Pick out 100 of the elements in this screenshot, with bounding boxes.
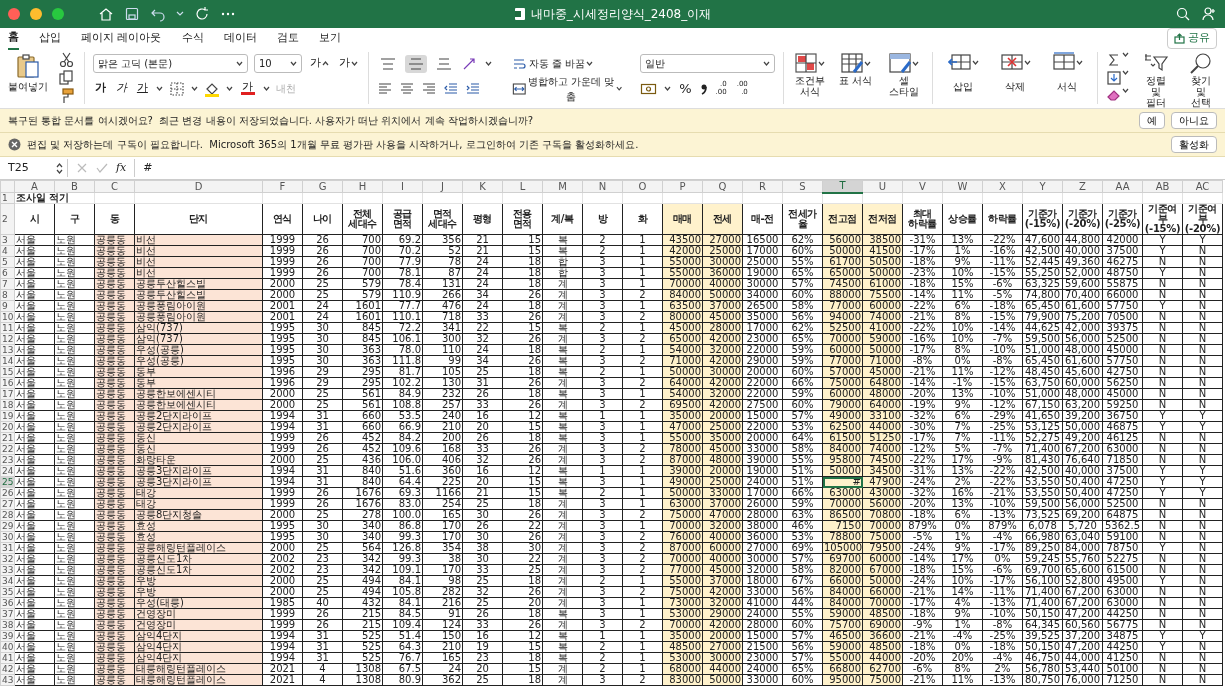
row-number[interactable]: 38 <box>0 619 15 631</box>
row-number[interactable]: 4 <box>0 245 15 257</box>
row-number[interactable]: 6 <box>0 267 15 279</box>
caret-icon[interactable] <box>176 11 184 17</box>
insert-function-button[interactable]: fx <box>116 159 127 177</box>
row-number[interactable]: 32 <box>0 553 15 565</box>
row-number[interactable]: 12 <box>0 333 15 345</box>
check-icon[interactable] <box>96 162 108 174</box>
align-center-icon[interactable] <box>398 80 415 97</box>
menu-tab[interactable]: 검토 <box>276 28 299 49</box>
save-icon[interactable] <box>124 6 140 22</box>
row-number[interactable]: 2 <box>0 203 15 235</box>
cut-icon[interactable] <box>58 52 76 68</box>
row-number[interactable]: 8 <box>0 289 15 301</box>
row-number[interactable]: 16 <box>0 377 15 389</box>
row-number[interactable]: 30 <box>0 531 15 543</box>
row-number[interactable]: 23 <box>0 454 15 466</box>
row-number[interactable]: 33 <box>0 564 15 576</box>
column-heading[interactable]: H <box>342 180 383 193</box>
column-heading[interactable]: D <box>134 180 263 193</box>
row-number[interactable]: 34 <box>0 575 15 587</box>
row-number[interactable]: 26 <box>0 487 15 499</box>
row-number[interactable]: 22 <box>0 443 15 455</box>
menu-tab[interactable]: 페이지 레이아웃 <box>81 28 162 49</box>
insert-button[interactable]: 삽입 <box>940 52 986 92</box>
column-heading[interactable]: Q <box>702 180 743 193</box>
row-number[interactable]: 29 <box>0 520 15 532</box>
underline-button[interactable]: 가 <box>134 79 150 98</box>
row-number[interactable]: 27 <box>0 498 15 510</box>
row-number[interactable]: 41 <box>0 652 15 664</box>
column-heading[interactable]: Z <box>1062 180 1103 193</box>
row-number[interactable]: 25 <box>0 476 15 488</box>
menu-tab[interactable]: 수식 <box>181 28 204 49</box>
column-heading[interactable]: AC <box>1182 180 1223 193</box>
search-icon[interactable] <box>1175 6 1191 22</box>
row-number[interactable]: 1 <box>0 192 15 204</box>
column-heading[interactable]: X <box>982 180 1023 193</box>
cell-style-button[interactable]: 셀 스타일 <box>883 52 925 97</box>
font-size-dropdown[interactable]: 10 <box>253 54 302 73</box>
table-format-button[interactable]: 표 서식 <box>835 52 876 86</box>
row-number[interactable]: 14 <box>0 355 15 367</box>
row-number[interactable]: 11 <box>0 322 15 334</box>
row-number[interactable]: 28 <box>0 509 15 521</box>
column-heading[interactable]: AA <box>1102 180 1143 193</box>
column-heading[interactable]: V <box>902 180 943 193</box>
row-number[interactable]: 13 <box>0 344 15 356</box>
row-number[interactable]: 35 <box>0 586 15 598</box>
copy-icon[interactable] <box>58 70 76 86</box>
decrease-indent-icon[interactable] <box>442 80 459 97</box>
format-button[interactable]: 서식 <box>1045 52 1090 92</box>
row-number[interactable]: 5 <box>0 256 15 268</box>
row-number[interactable]: 3 <box>0 234 15 246</box>
row-number[interactable]: 39 <box>0 630 15 642</box>
menu-tab[interactable]: 홈 <box>8 27 19 50</box>
column-heading[interactable]: K <box>462 180 503 193</box>
align-middle-button[interactable] <box>404 54 427 73</box>
row-number[interactable]: 15 <box>0 366 15 378</box>
column-heading[interactable]: J <box>422 180 463 193</box>
menu-tab[interactable]: 보기 <box>318 28 341 49</box>
paste-button[interactable]: 붙여넣기 <box>6 52 50 92</box>
zoom-button[interactable] <box>52 8 64 20</box>
column-heading[interactable]: Y <box>1022 180 1063 193</box>
percent-button[interactable]: % <box>677 77 694 100</box>
column-heading[interactable]: T <box>822 180 863 193</box>
row-number[interactable]: 24 <box>0 465 15 477</box>
increase-indent-icon[interactable] <box>464 80 481 97</box>
number-format-dropdown[interactable]: 일반 <box>640 54 776 73</box>
font-name-dropdown[interactable]: 맑은 고딕 (본문) <box>92 54 248 73</box>
shrink-font-button[interactable]: 가 <box>336 54 360 73</box>
name-box[interactable]: T25 <box>4 159 68 177</box>
row-number[interactable]: 37 <box>0 608 15 620</box>
row-number[interactable]: 9 <box>0 300 15 312</box>
row-number[interactable]: 7 <box>0 278 15 290</box>
column-heading[interactable]: F <box>262 180 303 193</box>
column-heading[interactable]: M <box>542 180 583 193</box>
row-number[interactable]: 17 <box>0 388 15 400</box>
grow-font-button[interactable]: 가 <box>307 54 331 73</box>
find-select-button[interactable]: 찾기 및 선택 <box>1182 52 1219 108</box>
row-number[interactable]: 40 <box>0 641 15 653</box>
notification-button[interactable]: 예 <box>1139 112 1165 129</box>
column-heading[interactable]: N <box>582 180 623 193</box>
font-color-button[interactable]: 가 <box>238 81 257 96</box>
column-heading[interactable]: I <box>382 180 423 193</box>
redo-icon[interactable] <box>194 6 210 22</box>
column-heading[interactable]: L <box>502 180 543 193</box>
delete-button[interactable]: 삭제 <box>993 52 1038 92</box>
notification-button[interactable]: 아니요 <box>1171 112 1217 129</box>
italic-button[interactable]: 가 <box>113 79 129 98</box>
fill-down-icon[interactable] <box>1106 70 1123 86</box>
home-icon[interactable] <box>98 6 114 22</box>
column-heading[interactable]: S <box>782 180 823 193</box>
merge-center-button[interactable]: 병합하고 가운데 맞춤 <box>509 72 625 105</box>
menu-tab[interactable]: 데이터 <box>223 28 257 49</box>
share-button[interactable]: 공유 <box>1167 28 1217 49</box>
notification-button[interactable]: 활성화 <box>1171 136 1217 153</box>
column-heading[interactable]: P <box>662 180 703 193</box>
minimize-button[interactable] <box>30 8 42 20</box>
bold-button[interactable]: 가 <box>92 79 108 98</box>
row-number[interactable]: 10 <box>0 311 15 323</box>
menu-tab[interactable]: 삽입 <box>39 28 61 49</box>
